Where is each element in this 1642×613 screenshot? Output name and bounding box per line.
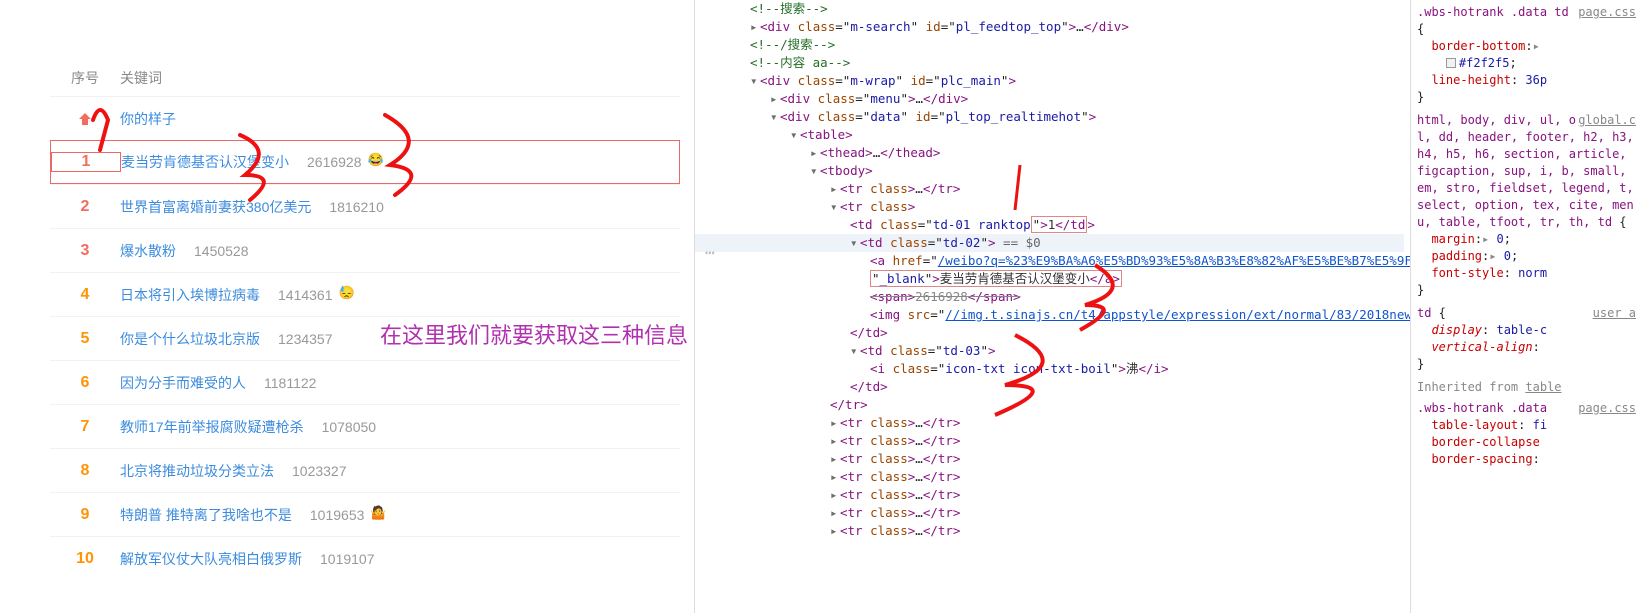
expand-icon[interactable] [810, 144, 820, 162]
table-header: 序号 关键词 [50, 60, 680, 96]
expand-icon[interactable] [830, 450, 840, 468]
expand-icon[interactable] [830, 198, 840, 216]
expand-icon[interactable] [830, 180, 840, 198]
css-selector: td [1417, 306, 1431, 320]
html-comment: <!--搜索--> [750, 1, 828, 16]
keyword-link[interactable]: 爆水散粉 [120, 243, 176, 259]
table-row-top[interactable]: 你的样子 [50, 96, 680, 140]
hot-count: 1450528 [194, 243, 249, 259]
hot-search-panel: 序号 关键词 你的样子 1麦当劳肯德基否认汉堡变小 2616928 😂 2世界首富离婚… [0, 0, 695, 613]
keyword-link[interactable]: 特朗普 推特离了我啥也不是 [120, 507, 292, 523]
expand-icon[interactable] [830, 522, 840, 540]
css-selector: html, body, div, ul, ol, dd, header, foo… [1417, 113, 1634, 229]
rank-number: 1 [51, 152, 121, 172]
devtools-elements[interactable]: <!--搜索--> <div class="m-search" id="pl_f… [695, 0, 1410, 613]
expand-icon[interactable] [770, 90, 780, 108]
hot-count: 1414361 [278, 287, 333, 303]
hot-count: 1234357 [278, 331, 333, 347]
css-file-link[interactable]: global.c [1578, 112, 1636, 129]
rank-number: 3 [50, 242, 120, 260]
hot-count: 1816210 [329, 199, 384, 215]
html-comment: <!--内容 aa--> [750, 55, 850, 70]
hot-count: 1023327 [292, 463, 347, 479]
expand-icon[interactable] [850, 342, 860, 360]
keyword-link[interactable]: 北京将推动垃圾分类立法 [120, 463, 274, 479]
expand-icon[interactable] [830, 414, 840, 432]
header-index: 序号 [50, 68, 120, 88]
rank-number: 8 [50, 462, 120, 480]
expand-icon[interactable] [790, 126, 800, 144]
expand-icon[interactable] [830, 504, 840, 522]
rank-number: 4 [50, 286, 120, 304]
css-selector: .wbs-hotrank .data [1417, 401, 1547, 415]
table-row[interactable]: 1麦当劳肯德基否认汉堡变小 2616928 😂 [50, 140, 680, 184]
keyword-link[interactable]: 日本将引入埃博拉病毒 [120, 287, 260, 303]
shrug-icon: 🤷 [370, 505, 390, 525]
rank-number: 2 [50, 198, 120, 216]
expand-icon[interactable] [830, 468, 840, 486]
table-row[interactable]: 4日本将引入埃博拉病毒 1414361 😓 [50, 272, 680, 316]
table-row[interactable]: 9特朗普 推特离了我啥也不是 1019653 🤷 [50, 492, 680, 536]
css-file-link[interactable]: page.css [1578, 400, 1636, 417]
keyword-link[interactable]: 你的样子 [120, 111, 176, 127]
header-keyword: 关键词 [120, 68, 680, 88]
css-file-link[interactable]: page.css [1578, 4, 1636, 21]
expand-icon[interactable] [770, 108, 780, 126]
keyword-link[interactable]: 麦当劳肯德基否认汉堡变小 [121, 154, 289, 170]
table-row[interactable]: 2世界首富离婚前妻获380亿美元 1816210 [50, 184, 680, 228]
expand-icon[interactable] [750, 72, 760, 90]
expand-icon[interactable] [830, 432, 840, 450]
hot-count: 1181122 [264, 375, 316, 391]
color-swatch[interactable] [1446, 58, 1456, 68]
rank-number: 9 [50, 506, 120, 524]
expand-icon[interactable] [810, 162, 820, 180]
table-row[interactable]: 6因为分手而难受的人 1181122 [50, 360, 680, 404]
rank-number: 6 [50, 374, 120, 392]
sweat-icon: 😓 [339, 285, 359, 305]
hot-count: 1078050 [322, 419, 377, 435]
keyword-link[interactable]: 解放军仪仗大队亮相白俄罗斯 [120, 551, 302, 567]
table-row[interactable]: 7教师17年前举报腐败疑遭枪杀 1078050 [50, 404, 680, 448]
table-row[interactable]: 8北京将推动垃圾分类立法 1023327 [50, 448, 680, 492]
href-link[interactable]: /weibo?q=%23%E9%BA%A6%E5%BD%93%E5%8A%B3%… [938, 253, 1410, 268]
rank-number: 7 [50, 418, 120, 436]
table-row[interactable]: 10解放军仪仗大队亮相白俄罗斯 1019107 [50, 536, 680, 580]
rank-number: 10 [50, 550, 120, 568]
hot-count: 1019653 [310, 507, 365, 523]
keyword-link[interactable]: 你是个什么垃圾北京版 [120, 331, 260, 347]
img-src-link[interactable]: //img.t.sinajs.cn/t4/appstyle/expression… [945, 307, 1410, 322]
keyword-link[interactable]: 教师17年前举报腐败疑遭枪杀 [120, 419, 304, 435]
annotation-text: 在这里我们就要获取这三种信息 [380, 318, 688, 350]
html-comment: <!--/搜索--> [750, 37, 835, 52]
keyword-link[interactable]: 世界首富离婚前妻获380亿美元 [120, 199, 311, 215]
hot-count: 1019107 [320, 551, 375, 567]
devtools-styles[interactable]: page.css .wbs-hotrank .data td { border-… [1410, 0, 1642, 613]
ua-label: user a [1593, 305, 1636, 322]
kuxiao-icon: 😂 [368, 152, 388, 172]
css-selector: .wbs-hotrank .data td [1417, 5, 1569, 19]
keyword-link[interactable]: 因为分手而难受的人 [120, 375, 246, 391]
expand-icon[interactable] [750, 18, 760, 36]
hot-count: 2616928 [307, 154, 362, 170]
top-icon [50, 111, 120, 127]
expand-icon[interactable] [830, 486, 840, 504]
rank-number: 5 [50, 330, 120, 348]
table-row[interactable]: 3爆水散粉 1450528 [50, 228, 680, 272]
gutter-dots: ⋯ [705, 244, 713, 262]
expand-icon[interactable] [850, 234, 860, 252]
